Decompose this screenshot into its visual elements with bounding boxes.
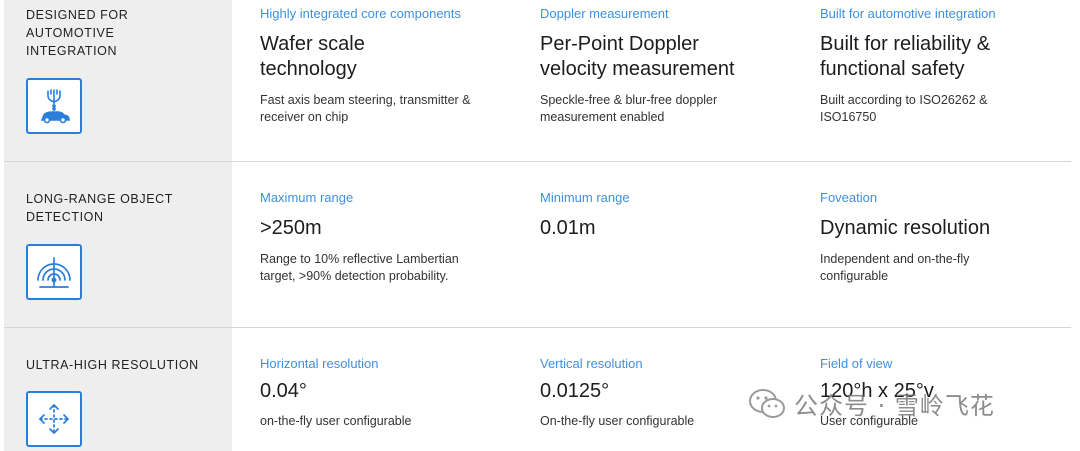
section-sidebar: DESIGNED FOR AUTOMOTIVE INTEGRATION: [4, 0, 232, 161]
spec-description: Range to 10% reflective Lambertian targe…: [260, 252, 459, 283]
spec-value: Per-Point Doppler velocity measurement: [540, 33, 735, 80]
spec-label: Built for automotive integration: [820, 6, 996, 21]
radar-signal-icon: [26, 244, 82, 300]
spec-label: Maximum range: [260, 190, 354, 205]
watermark: 公众号 · 雪岭飞花: [748, 386, 995, 421]
spec-label: Doppler measurement: [540, 6, 669, 21]
spec-value: Wafer scale technology: [260, 33, 365, 80]
section-title: LONG-RANGE OBJECT DETECTION: [26, 192, 173, 224]
spec-label: Vertical resolution: [540, 356, 643, 371]
spec-cell: Highly integrated core components Wafer …: [260, 5, 520, 125]
spec-value: Dynamic resolution: [820, 217, 991, 239]
spec-description: Built according to ISO26262 & ISO16750: [820, 93, 988, 124]
spec-description: on-the-fly user configurable: [260, 414, 412, 428]
section-title: ULTRA-HIGH RESOLUTION: [26, 358, 199, 372]
antenna-car-icon: [26, 78, 82, 134]
spec-description: Speckle-free & blur-free doppler measure…: [540, 93, 718, 124]
spec-description: Fast axis beam steering, transmitter & r…: [260, 93, 471, 124]
wechat-logo-icon: [748, 387, 786, 421]
spec-label: Minimum range: [540, 190, 630, 205]
spec-cell: Built for automotive integration Built f…: [820, 5, 1080, 125]
spec-value: >250m: [260, 217, 322, 239]
spec-description: Independent and on-the-fly configurable: [820, 252, 970, 283]
spec-cell: Doppler measurement Per-Point Doppler ve…: [540, 5, 800, 125]
spec-label: Field of view: [820, 356, 893, 371]
spec-cell: Horizontal resolution 0.04° on-the-fly u…: [260, 355, 520, 430]
spec-row-long-range: LONG-RANGE OBJECT DETECTION Maximum rang…: [4, 162, 1071, 327]
spec-cell: Foveation Dynamic resolution Independent…: [820, 189, 1080, 284]
expand-arrows-icon: [26, 391, 82, 447]
spec-value: 0.01m: [540, 217, 596, 239]
section-title: DESIGNED FOR AUTOMOTIVE INTEGRATION: [26, 8, 129, 58]
spec-value: Built for reliability & functional safet…: [820, 33, 991, 80]
spec-row-automotive: DESIGNED FOR AUTOMOTIVE INTEGRATION High…: [4, 0, 1071, 161]
section-sidebar: ULTRA-HIGH RESOLUTION: [4, 328, 232, 451]
spec-cell: Minimum range 0.01m: [540, 189, 800, 241]
spec-label: Foveation: [820, 190, 878, 205]
spec-label: Horizontal resolution: [260, 356, 379, 371]
spec-label: Highly integrated core components: [260, 6, 461, 21]
spec-cell: Maximum range >250m Range to 10% reflect…: [260, 189, 520, 284]
watermark-text: 公众号 · 雪岭飞花: [794, 392, 995, 420]
section-sidebar: LONG-RANGE OBJECT DETECTION: [4, 162, 232, 327]
spec-value: 0.04°: [260, 380, 307, 402]
